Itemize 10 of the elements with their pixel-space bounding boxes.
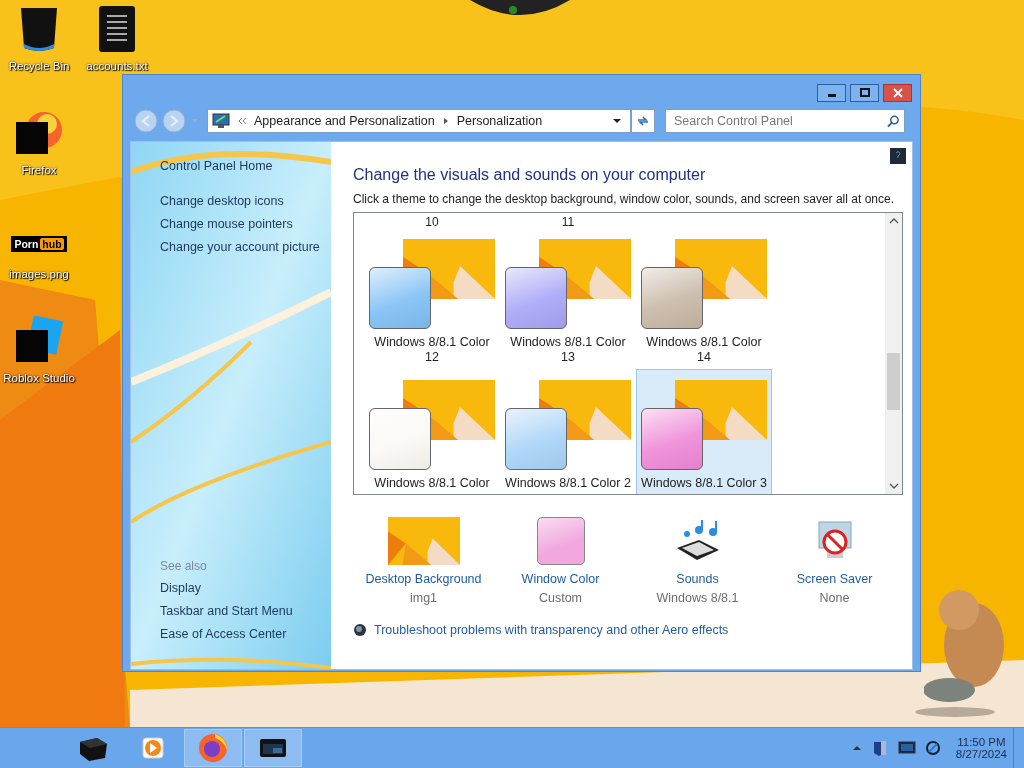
monitor-icon[interactable] bbox=[897, 741, 916, 755]
network-icon[interactable] bbox=[924, 740, 941, 756]
clock-time: 11:50 PM bbox=[957, 736, 1006, 748]
window-icon bbox=[258, 736, 288, 760]
play-icon bbox=[140, 735, 166, 761]
clock-date: 8/27/2024 bbox=[955, 748, 1007, 760]
taskbar-button[interactable] bbox=[244, 729, 302, 767]
caret-icon[interactable] bbox=[851, 744, 862, 752]
firefox-icon bbox=[197, 732, 229, 764]
clock[interactable]: 11:50 PM 8/27/2024 bbox=[955, 736, 1007, 760]
